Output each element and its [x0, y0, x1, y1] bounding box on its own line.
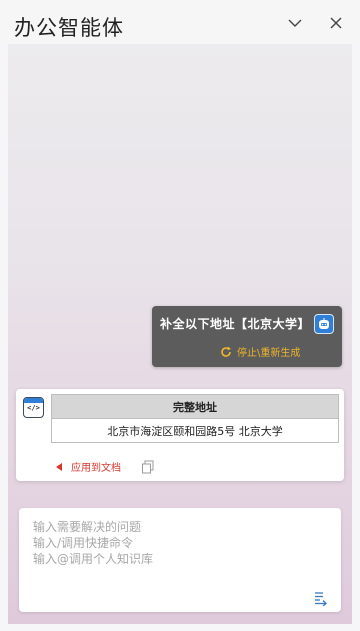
question-input[interactable]: 输入需要解决的问题 输入/调用快捷命令 输入@调用个人知识库	[19, 508, 341, 612]
address-table: 完整地址 北京市海淀区颐和园路5号 北京大学	[51, 394, 339, 443]
apply-to-document-label: 应用到文档	[71, 463, 121, 474]
stop-regenerate-label: 停止\重新生成	[237, 348, 301, 359]
close-button[interactable]	[325, 12, 347, 34]
user-message-bubble: 补全以下地址【北京大学】 停止\重新生成	[152, 306, 342, 367]
placeholder-line: 输入@调用个人知识库	[33, 552, 154, 566]
stop-regenerate-button[interactable]: 停止\重新生成	[220, 344, 300, 359]
input-placeholder: 输入需要解决的问题 输入/调用快捷命令 输入@调用个人知识库	[33, 519, 153, 567]
code-icon: </>	[27, 404, 40, 412]
chevron-down-icon	[288, 19, 302, 27]
close-icon	[330, 17, 342, 29]
copy-button[interactable]	[141, 459, 155, 474]
apply-to-document-button[interactable]: 应用到文档	[56, 459, 121, 474]
user-avatar	[314, 314, 334, 334]
placeholder-line: 输入需要解决的问题	[33, 520, 142, 534]
user-message-text: 补全以下地址【北京大学】	[160, 317, 311, 331]
table-header: 完整地址	[51, 394, 339, 419]
send-button[interactable]	[313, 590, 329, 607]
refresh-icon	[221, 346, 231, 357]
window-title: 办公智能体	[14, 16, 124, 40]
collapse-button[interactable]	[284, 12, 306, 34]
assistant-message-card: </> 完整地址 北京市海淀区颐和园路5号 北京大学 应用到文档	[16, 389, 344, 481]
table-cell: 北京市海淀区颐和园路5号 北京大学	[51, 418, 339, 443]
assistant-avatar: </>	[23, 397, 44, 418]
arrow-left-icon	[56, 462, 62, 471]
send-icon	[315, 592, 327, 607]
placeholder-line: 输入/调用快捷命令	[33, 536, 134, 550]
table-row: 北京市海淀区颐和园路5号 北京大学	[51, 418, 339, 443]
robot-icon	[319, 318, 329, 329]
title-bar: 办公智能体	[0, 0, 360, 44]
copy-icon	[142, 460, 154, 474]
